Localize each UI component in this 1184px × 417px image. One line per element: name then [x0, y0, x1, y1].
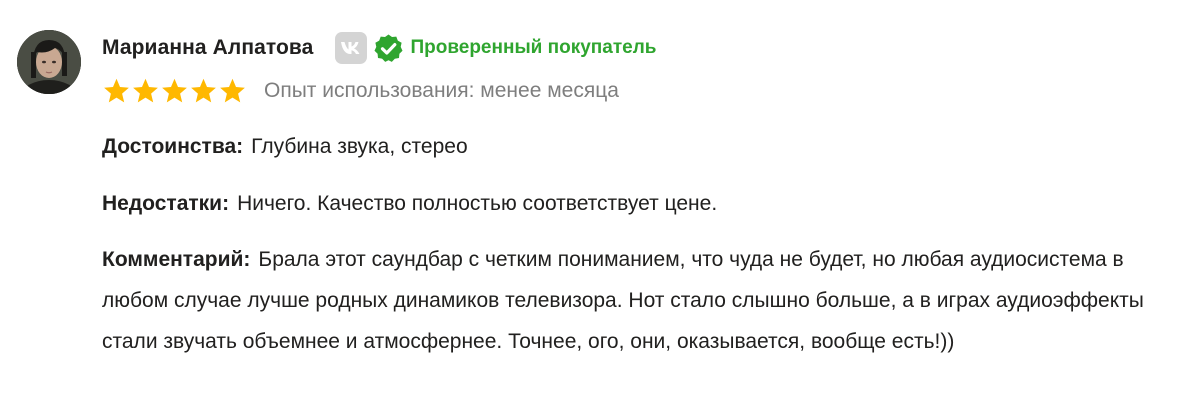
star-rating — [102, 77, 247, 105]
verified-check-icon — [373, 33, 404, 64]
review-header: Марианна Алпатова Проверенный покупатель — [102, 30, 656, 66]
comment-label: Комментарий: — [102, 248, 251, 271]
star-icon — [189, 77, 218, 105]
usage-experience: Опыт использования: менее месяца — [264, 79, 619, 102]
star-icon — [218, 77, 247, 105]
author-name[interactable]: Марианна Алпатова — [102, 36, 313, 60]
review-card: Марианна Алпатова Проверенный покупатель — [0, 0, 1184, 417]
star-icon — [160, 77, 189, 105]
verified-buyer-label: Проверенный покупатель — [410, 37, 657, 58]
comment-text: Брала этот саундбар с четким пониманием,… — [102, 248, 1144, 353]
star-icon — [102, 77, 131, 105]
pros-text: Глубина звука, стерео — [251, 135, 468, 158]
avatar[interactable] — [17, 30, 81, 94]
star-icon — [131, 77, 160, 105]
vk-icon[interactable] — [335, 32, 368, 64]
pros-label: Достоинства: — [102, 135, 244, 158]
rating-row: Опыт использования: менее месяца — [102, 74, 619, 108]
cons-label: Недостатки: — [102, 192, 230, 215]
cons-section: Недостатки: Ничего. Качество полностью со… — [102, 183, 717, 224]
pros-section: Достоинства: Глубина звука, стерео — [102, 126, 468, 167]
cons-text: Ничего. Качество полностью соответствует… — [237, 192, 718, 215]
comment-section: Комментарий: Брала этот саундбар с четким… — [102, 239, 1162, 362]
